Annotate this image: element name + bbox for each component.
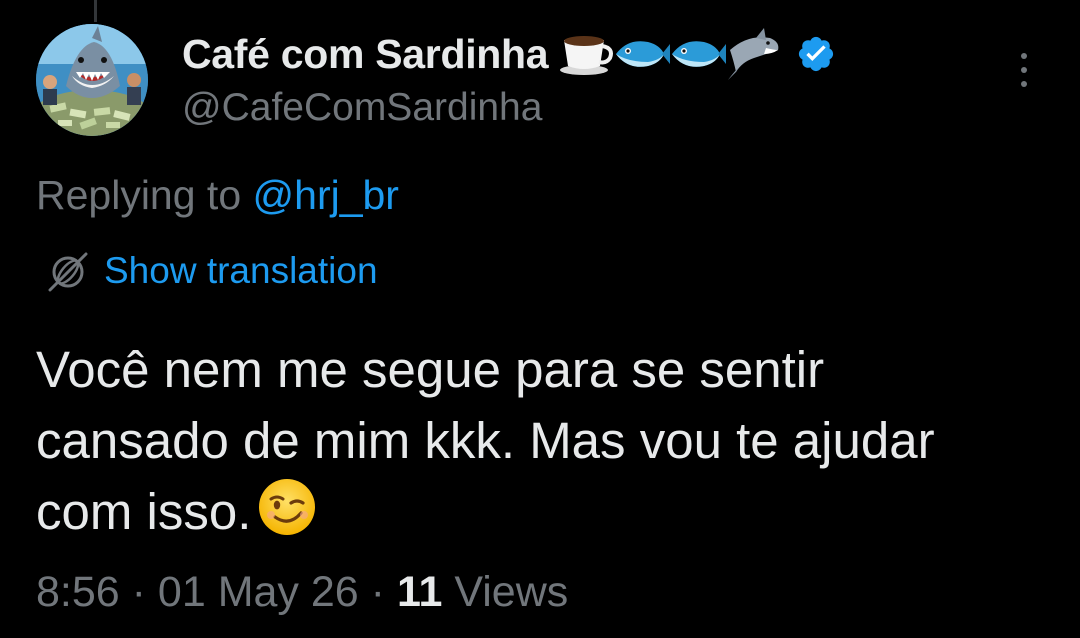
tweet-text-line: com isso. — [36, 483, 252, 540]
fish-emoji — [672, 41, 727, 67]
tweet-date[interactable]: 01 May 26 — [158, 568, 359, 616]
meta-separator: · — [358, 568, 397, 616]
author-display-name[interactable]: Café com Sardinha — [182, 31, 549, 78]
show-translation-button[interactable]: Show translation — [44, 248, 378, 294]
replying-to-line: Replying to @hrj_br — [36, 172, 399, 219]
verified-badge-icon[interactable] — [796, 34, 836, 74]
thread-connector-line — [94, 0, 97, 22]
views-count[interactable]: 11 — [397, 568, 442, 616]
shark-with-money-avatar-image — [36, 24, 148, 136]
reply-mention-link[interactable]: @hrj_br — [253, 172, 399, 218]
more-options-icon[interactable] — [1006, 46, 1042, 94]
winking-face-emoji — [259, 479, 316, 535]
show-translation-label[interactable]: Show translation — [104, 250, 378, 292]
avatar[interactable] — [36, 24, 148, 136]
fish-emoji — [616, 41, 671, 67]
replying-to-label: Replying to — [36, 172, 253, 218]
tweet-text-line: cansado de mim kkk. Mas vou te ajudar — [36, 412, 935, 469]
author-handle[interactable]: @CafeComSardinha — [182, 86, 542, 130]
author-name-emojis — [558, 28, 782, 80]
author-name-row[interactable]: Café com Sardinha — [182, 26, 836, 82]
tweet-time[interactable]: 8:56 — [36, 568, 120, 616]
meta-separator: · — [119, 568, 158, 616]
tweet-text-line: Você nem me segue para se sentir — [36, 341, 825, 398]
tweet-metadata: 8:56 · 01 May 26 · 11 Views — [36, 568, 568, 617]
tweet-body: Você nem me segue para se sentir cansado… — [36, 334, 1066, 547]
tweet-text-line-last: com isso. — [36, 476, 1066, 547]
globe-icon — [48, 252, 88, 292]
shark-emoji — [728, 28, 779, 80]
coffee-cup-emoji — [560, 36, 614, 75]
views-label[interactable]: Views — [442, 568, 568, 616]
